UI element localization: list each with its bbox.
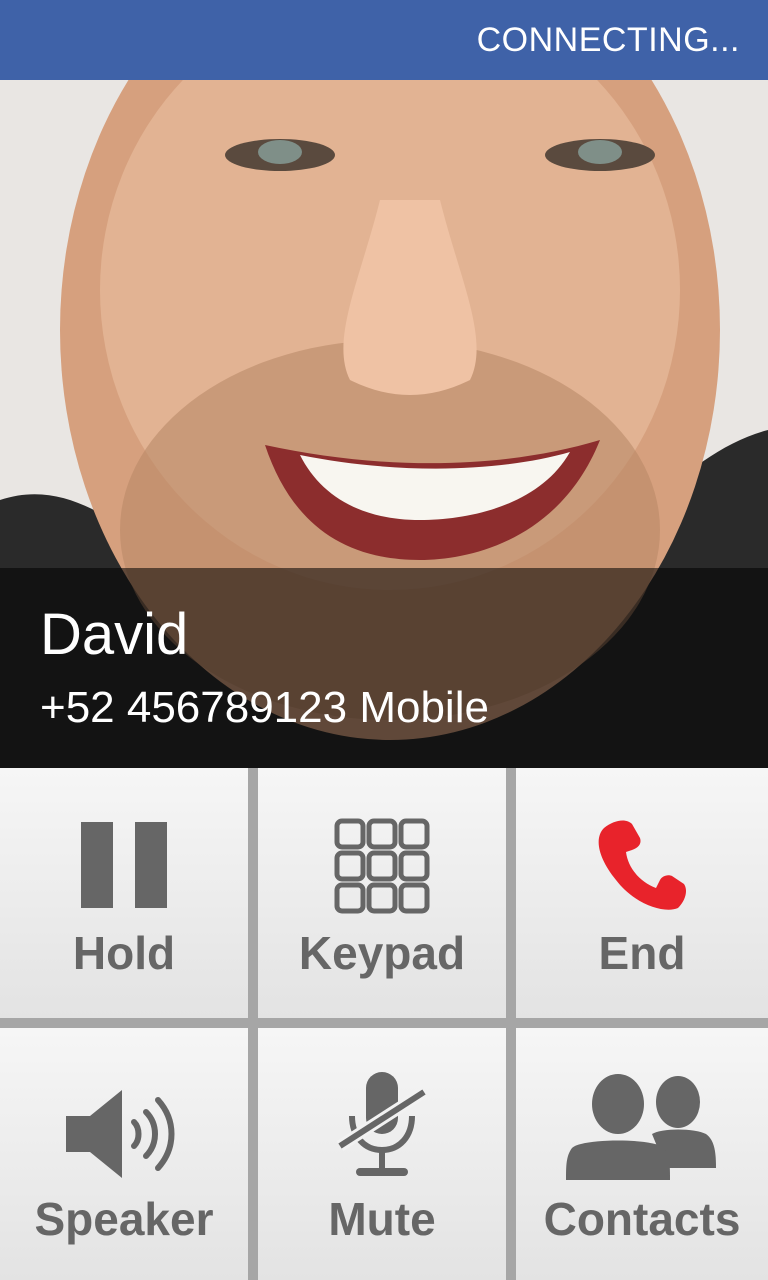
keypad-icon bbox=[334, 818, 430, 914]
mic-muted-icon bbox=[336, 1072, 428, 1176]
hold-label: Hold bbox=[72, 927, 176, 979]
contacts-label: Contacts bbox=[543, 1193, 741, 1245]
speaker-button[interactable]: Speaker bbox=[0, 1028, 248, 1280]
contacts-button[interactable]: Contacts bbox=[516, 1028, 768, 1280]
mute-button[interactable]: Mute bbox=[258, 1028, 506, 1280]
contacts-icon bbox=[566, 1074, 716, 1180]
speaker-icon bbox=[66, 1090, 175, 1178]
end-call-icon bbox=[598, 820, 686, 910]
caller-name: David bbox=[40, 602, 189, 667]
call-status-text: CONNECTING... bbox=[476, 20, 740, 59]
end-call-label: End bbox=[598, 927, 686, 979]
caller-number: +52 456789123 Mobile bbox=[40, 683, 489, 732]
pause-icon bbox=[81, 822, 167, 908]
call-actions-grid: Hold Keypad End Speaker Mute Contacts bbox=[0, 768, 768, 1280]
hold-button[interactable]: Hold bbox=[0, 768, 248, 1018]
mute-label: Mute bbox=[328, 1193, 436, 1245]
keypad-label: Keypad bbox=[298, 927, 466, 979]
call-status-bar: CONNECTING... bbox=[0, 0, 768, 80]
keypad-button[interactable]: Keypad bbox=[258, 768, 506, 1018]
speaker-label: Speaker bbox=[34, 1193, 214, 1245]
end-call-button[interactable]: End bbox=[516, 768, 768, 1018]
